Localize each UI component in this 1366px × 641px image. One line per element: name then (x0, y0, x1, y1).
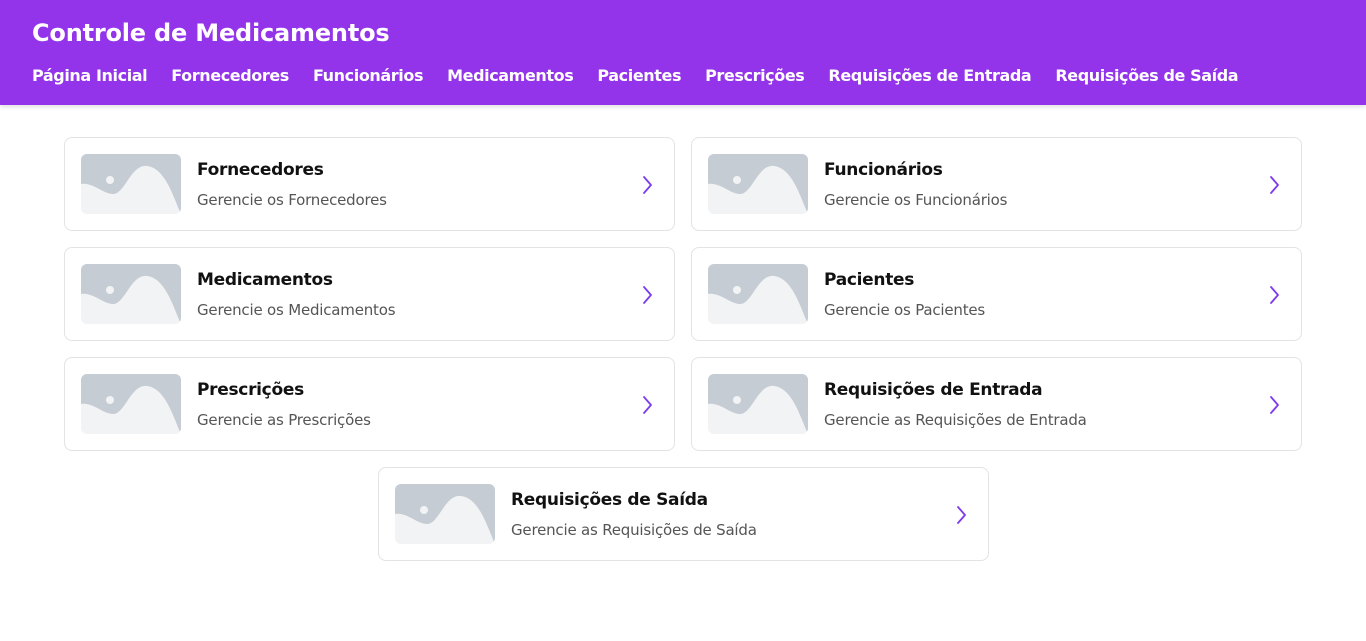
app-title: Controle de Medicamentos (32, 19, 390, 47)
card-subtitle: Gerencie os Funcionários (824, 191, 1008, 209)
card-title: Requisições de Entrada (824, 380, 1043, 400)
chevron-right-icon (1267, 285, 1281, 305)
card-title: Pacientes (824, 270, 915, 290)
card-title: Requisições de Saída (511, 490, 708, 510)
card-subtitle: Gerencie as Requisições de Saída (511, 521, 757, 539)
chevron-right-icon (1267, 395, 1281, 415)
chevron-right-icon (954, 505, 968, 525)
card-prescricoes[interactable]: Prescrições Gerencie as Prescrições (64, 357, 675, 451)
chevron-right-icon (640, 175, 654, 195)
top-navbar: Controle de Medicamentos Página Inicial … (0, 0, 1366, 105)
card-title: Prescrições (197, 380, 304, 400)
card-pacientes[interactable]: Pacientes Gerencie os Pacientes (691, 247, 1302, 341)
card-requisicoes-entrada[interactable]: Requisições de Entrada Gerencie as Requi… (691, 357, 1302, 451)
nav-link-medicamentos[interactable]: Medicamentos (447, 66, 574, 85)
card-requisicoes-saida[interactable]: Requisições de Saída Gerencie as Requisi… (378, 467, 989, 561)
card-title: Fornecedores (197, 160, 324, 180)
image-placeholder-icon (708, 264, 808, 324)
card-subtitle: Gerencie os Medicamentos (197, 301, 396, 319)
card-title: Medicamentos (197, 270, 333, 290)
chevron-right-icon (640, 395, 654, 415)
card-title: Funcionários (824, 160, 943, 180)
image-placeholder-icon (81, 154, 181, 214)
image-placeholder-icon (708, 374, 808, 434)
nav-link-pacientes[interactable]: Pacientes (597, 66, 681, 85)
image-placeholder-icon (81, 374, 181, 434)
nav-link-funcionarios[interactable]: Funcionários (313, 66, 424, 85)
card-subtitle: Gerencie as Requisições de Entrada (824, 411, 1087, 429)
card-medicamentos[interactable]: Medicamentos Gerencie os Medicamentos (64, 247, 675, 341)
nav-link-home[interactable]: Página Inicial (32, 66, 148, 85)
image-placeholder-icon (395, 484, 495, 544)
card-subtitle: Gerencie os Pacientes (824, 301, 986, 319)
nav-link-fornecedores[interactable]: Fornecedores (171, 66, 289, 85)
nav-link-prescricoes[interactable]: Prescrições (705, 66, 805, 85)
chevron-right-icon (640, 285, 654, 305)
card-subtitle: Gerencie os Fornecedores (197, 191, 387, 209)
image-placeholder-icon (81, 264, 181, 324)
card-fornecedores[interactable]: Fornecedores Gerencie os Fornecedores (64, 137, 675, 231)
card-funcionarios[interactable]: Funcionários Gerencie os Funcionários (691, 137, 1302, 231)
nav-link-requisicoes-entrada[interactable]: Requisições de Entrada (828, 66, 1031, 85)
image-placeholder-icon (708, 154, 808, 214)
chevron-right-icon (1267, 175, 1281, 195)
card-subtitle: Gerencie as Prescrições (197, 411, 371, 429)
nav-link-requisicoes-saida[interactable]: Requisições de Saída (1055, 66, 1238, 85)
main-nav: Página Inicial Fornecedores Funcionários… (32, 66, 1239, 85)
